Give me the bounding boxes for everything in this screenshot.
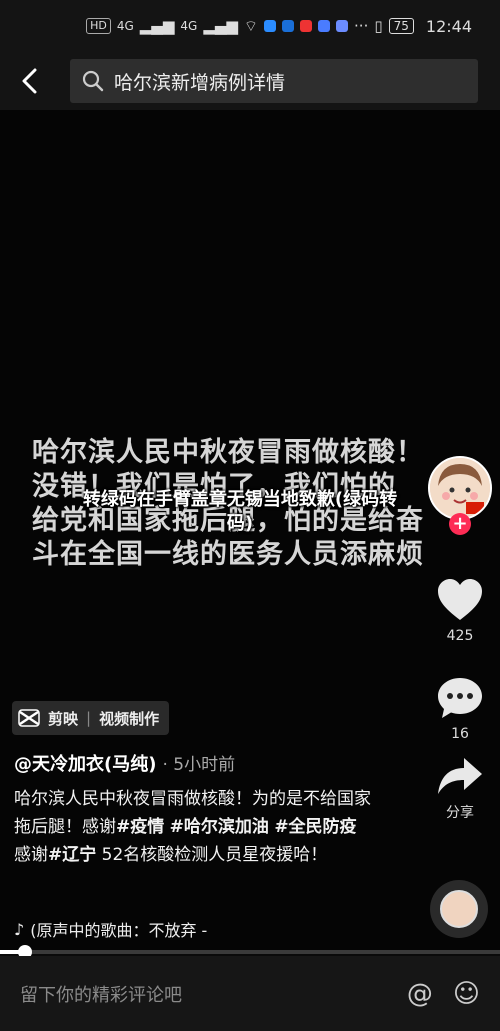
overlay-title: 转绿码在手臂盖章无锡当地致歉(绿码转码) — [82, 489, 398, 534]
status-bar: HD 4G ▂▄▆ 4G ▂▄▆ ⌔ ··· ▯ 75 12:44 — [0, 0, 500, 52]
post-description: 哈尔滨人民中秋夜冒雨做核酸！为的是不给国家拖后腿！感谢#疫情 #哈尔滨加油 #全… — [14, 785, 374, 869]
comment-input[interactable]: 留下你的精彩评论吧 — [20, 981, 387, 1007]
progress-bar[interactable] — [0, 945, 500, 959]
like-count: 425 — [446, 628, 474, 644]
avatar-face-icon — [430, 458, 490, 518]
share-label: 分享 — [446, 805, 474, 821]
comment-bar: 留下你的精彩评论吧 @ ☺ — [0, 956, 500, 1031]
mention-icon[interactable]: @ — [407, 979, 433, 1009]
capcut-label: 视频制作 — [99, 709, 160, 728]
vibrate-icon: ▯ — [374, 17, 383, 35]
music-disc-cover — [440, 890, 478, 928]
notification-app-icon — [300, 20, 313, 32]
music-marquee[interactable]: ♪ (原声中的歌曲：不放弃 - — [14, 917, 207, 941]
post-time: · 5小时前 — [162, 755, 236, 775]
handwriting-line: 哈尔滨人民中秋夜冒雨做核酸！ — [32, 437, 424, 468]
notification-app-icon — [282, 20, 295, 32]
search-input[interactable]: 哈尔滨新增病例详情 — [70, 59, 478, 103]
wifi-icon: ⌔ — [243, 16, 259, 35]
signal-bars-icon-2: ▂▄▆ — [203, 17, 238, 35]
clock: 12:44 — [425, 16, 472, 36]
author-line: @天冷加衣(马纯) · 5小时前 — [14, 750, 235, 776]
hashtag[interactable]: #全民防疫 — [274, 817, 356, 837]
search-icon — [82, 70, 104, 92]
signal-2: 4G — [180, 19, 198, 33]
follow-button[interactable]: + — [449, 513, 471, 535]
share-button[interactable]: 分享 — [430, 756, 490, 822]
notification-app-icon — [318, 20, 331, 32]
desc-text: 52名核酸检测人员星夜援哈！ — [101, 845, 328, 865]
share-arrow-icon — [438, 758, 482, 794]
back-arrow-icon — [22, 68, 37, 94]
search-query: 哈尔滨新增病例详情 — [114, 71, 286, 94]
capcut-logo-icon — [18, 709, 40, 727]
emoji-icon[interactable]: ☺ — [453, 979, 480, 1009]
top-search-bar: 哈尔滨新增病例详情 — [0, 52, 500, 110]
hashtag[interactable]: #疫情 — [116, 817, 164, 837]
battery-icon: 75 — [388, 18, 414, 34]
notification-app-icon — [336, 20, 349, 32]
back-button[interactable] — [0, 52, 60, 110]
hd-indicator: HD — [86, 18, 111, 34]
author-name[interactable]: @天冷加衣(马纯) — [14, 754, 156, 775]
capcut-separator: | — [86, 709, 92, 727]
music-disc[interactable] — [430, 880, 488, 938]
heart-icon — [438, 579, 482, 620]
signal-1: 4G — [116, 19, 134, 33]
handwriting-line: 斗在全国一线的医务人员添麻烦 — [32, 539, 424, 570]
comment-bubble-icon — [438, 678, 482, 718]
comment-count: 16 — [451, 726, 469, 742]
desc-text: 感谢 — [14, 845, 48, 865]
music-title: (原声中的歌曲：不放弃 - — [30, 921, 208, 940]
music-note-icon: ♪ — [14, 919, 25, 939]
capcut-badge[interactable]: 剪映 | 视频制作 — [12, 701, 170, 735]
hashtag[interactable]: #哈尔滨加油 — [170, 817, 269, 837]
capcut-brand: 剪映 — [48, 709, 79, 728]
more-icon: ··· — [354, 17, 369, 35]
author-avatar[interactable] — [428, 456, 492, 520]
hashtag[interactable]: #辽宁 — [48, 845, 96, 865]
notification-app-icon — [264, 20, 277, 32]
signal-bars-icon: ▂▄▆ — [139, 17, 175, 35]
comment-button[interactable]: 16 — [430, 676, 490, 742]
like-button[interactable]: 425 — [430, 578, 490, 644]
